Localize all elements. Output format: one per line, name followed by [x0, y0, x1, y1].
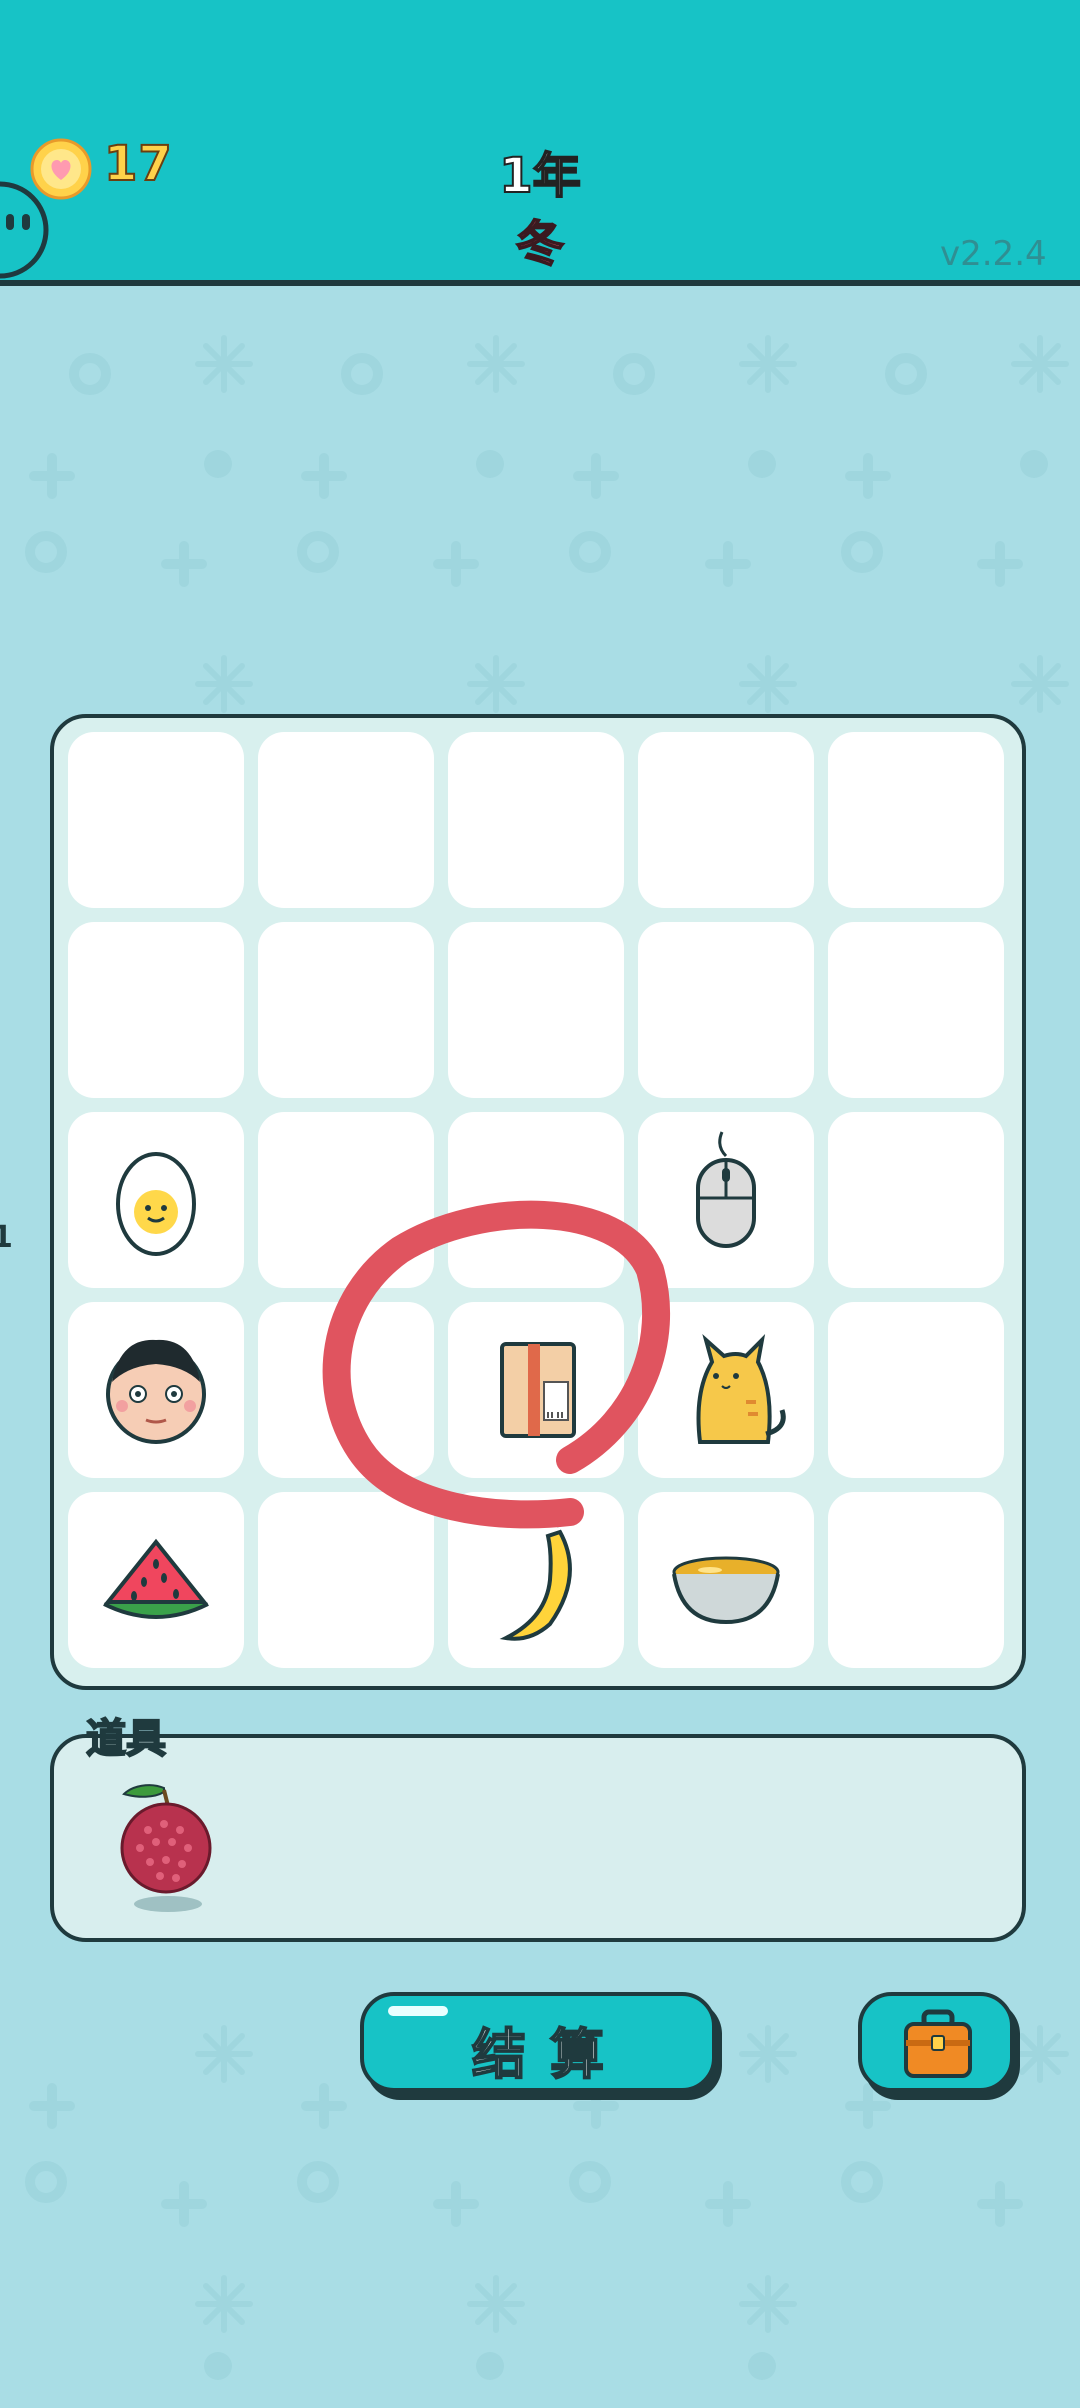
box-icon [500, 1342, 576, 1438]
board-cell[interactable] [68, 732, 244, 908]
avatar-icon[interactable] [0, 180, 52, 280]
mouse-icon [696, 1131, 756, 1248]
board-cell[interactable] [448, 1302, 624, 1478]
board-cell[interactable] [68, 1492, 244, 1668]
board-cell[interactable] [448, 1492, 624, 1668]
board-cell[interactable] [828, 1112, 1004, 1288]
game-board: 1 [0, 714, 1026, 1690]
season-label: 冬 [515, 215, 565, 273]
board-cell[interactable] [258, 1112, 434, 1288]
board-cell[interactable] [448, 922, 624, 1098]
cell-count-badge: 1 [0, 1220, 13, 1255]
cat-icon [696, 1334, 786, 1444]
briefcase-icon [904, 2009, 972, 2078]
board-cell[interactable] [828, 1492, 1004, 1668]
soup-icon [672, 1556, 780, 1625]
board-cell[interactable] [638, 732, 814, 908]
settle-button-label: 结算 [471, 2022, 628, 2087]
board-cell[interactable] [638, 1302, 814, 1478]
face-icon [106, 1339, 206, 1444]
board-cell[interactable] [448, 1112, 624, 1288]
board-cell[interactable] [828, 732, 1004, 908]
board-cell[interactable] [828, 1302, 1004, 1478]
board-cell[interactable] [68, 1302, 244, 1478]
bayberry-icon[interactable] [110, 1776, 230, 1926]
year-label: 1年 [498, 147, 581, 205]
top-bar-divider [0, 280, 1080, 286]
board-cell[interactable] [448, 732, 624, 908]
board-cell[interactable] [68, 922, 244, 1098]
board-cell[interactable] [258, 1302, 434, 1478]
banana-icon [499, 1516, 572, 1641]
board-cell[interactable] [638, 922, 814, 1098]
coin-count: 17 [103, 135, 173, 193]
version-label: v2.2.4 [940, 234, 1047, 274]
board-cell[interactable] [638, 1112, 814, 1288]
board-cell[interactable] [258, 922, 434, 1098]
watermelon-icon [103, 1538, 209, 1619]
egg-icon [116, 1152, 196, 1256]
board-cell[interactable] [258, 732, 434, 908]
board-cell[interactable]: 1 [0, 1112, 244, 1288]
bag-button[interactable] [858, 1992, 1014, 2092]
settle-button[interactable]: 结算 [360, 1992, 716, 2092]
props-title: 道具 [85, 1715, 167, 1763]
board-cell[interactable] [828, 922, 1004, 1098]
board-cell[interactable] [258, 1492, 434, 1668]
board-cell[interactable] [638, 1492, 814, 1668]
